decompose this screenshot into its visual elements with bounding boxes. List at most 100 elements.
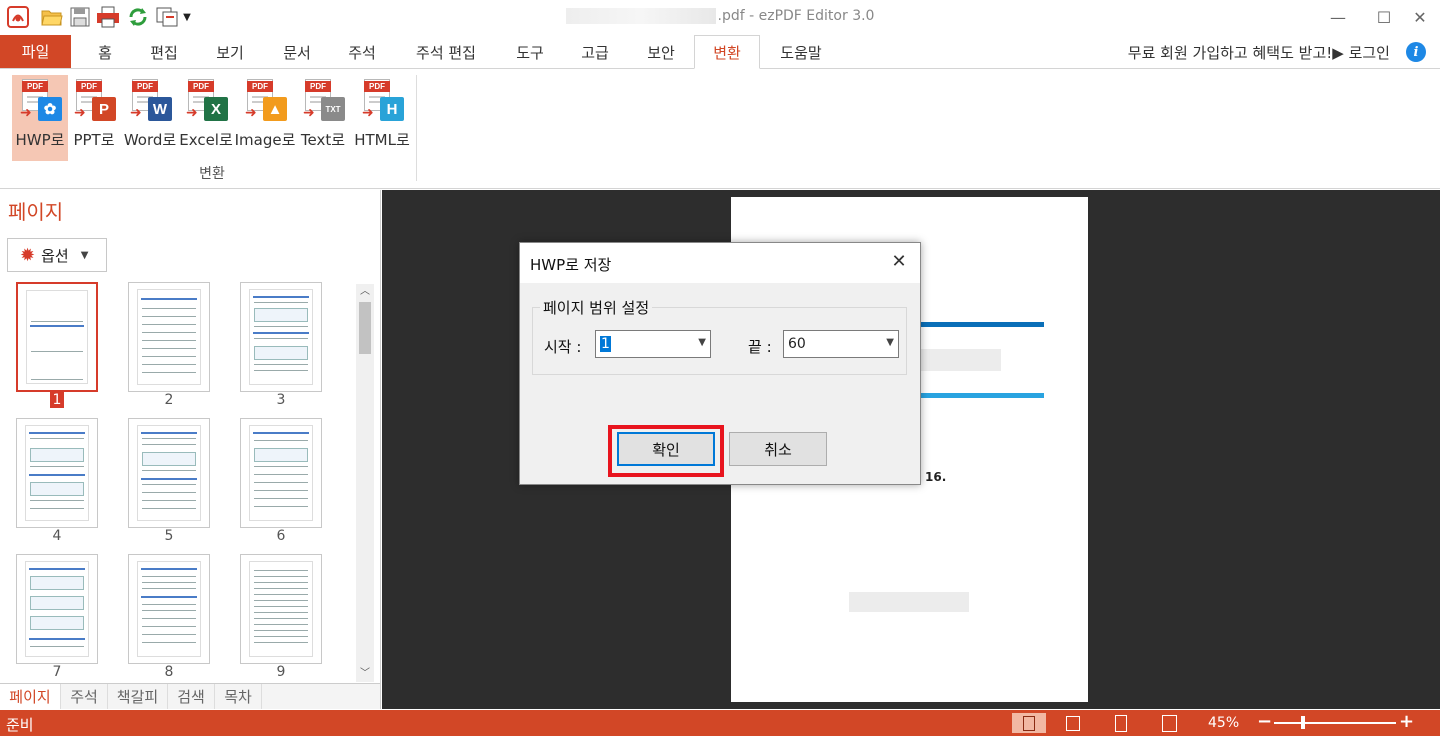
bottom-tab-pages[interactable]: 페이지 (0, 684, 61, 709)
page-number: 6 (240, 528, 322, 544)
minimize-button[interactable]: — (1318, 4, 1358, 30)
thumbnail-content-mark (254, 570, 308, 571)
thumbnail-page-preview (25, 561, 89, 657)
chevron-down-icon: ▼ (80, 249, 89, 261)
tab-view[interactable]: 보기 (201, 35, 259, 69)
thumbnail-content-mark (30, 466, 84, 467)
thumbnail-content-mark (142, 324, 196, 325)
image-icon: ▲ (263, 97, 287, 121)
convert-button[interactable]: PDF ➜ ✿ HWP로 (12, 75, 68, 161)
options-button[interactable]: ✹ 옵션 ▼ (7, 238, 107, 272)
convert-button-label: HWP로 (15, 131, 65, 149)
convert-button[interactable]: PDF ➜ H HTML로 (354, 75, 410, 161)
page-thumbnail[interactable] (240, 282, 322, 392)
zoom-slider-track[interactable] (1274, 722, 1396, 724)
page-thumbnail[interactable] (240, 554, 322, 664)
thumbnail-page-preview (137, 289, 201, 385)
page-number-text: 4 (52, 528, 62, 544)
page-number-text: 1 (49, 392, 65, 408)
start-page-select[interactable]: 1 ▼ (595, 330, 711, 358)
tab-advanced[interactable]: 고급 (566, 35, 624, 69)
single-page-icon (1023, 715, 1035, 731)
thumbnail-content-mark (254, 624, 308, 625)
scroll-down-icon[interactable]: ﹀ (356, 666, 374, 682)
tab-edit[interactable]: 편집 (136, 35, 192, 69)
ribbon: PDF ➜ ✿ HWP로 PDF ➜ P PPT로 PDF ➜ W Word로 PDF ➜ X Excel로 P… (0, 69, 1440, 189)
close-window-button[interactable]: ✕ (1400, 4, 1440, 30)
page-thumbnail[interactable] (128, 418, 210, 528)
thumbnail-content-mark (142, 508, 196, 509)
tab-help[interactable]: 도움말 (768, 35, 834, 69)
tab-annotation[interactable]: 주석 (333, 35, 391, 69)
convert-button-label: Excel로 (179, 131, 233, 149)
thumbnail-content-mark (254, 302, 308, 303)
continuous-view-button[interactable] (1104, 713, 1138, 733)
options-label: 옵션 (41, 246, 69, 265)
excel-icon: X (204, 97, 228, 121)
tab-security[interactable]: 보안 (632, 35, 690, 69)
two-page-view-button[interactable] (1056, 713, 1090, 733)
thumbnail-content-mark (142, 340, 196, 341)
zoom-in-button[interactable]: + (1399, 711, 1414, 732)
bottom-tab-search[interactable]: 검색 (168, 684, 215, 709)
thumbnail-content-mark (254, 612, 308, 613)
convert-group-label: 변환 (199, 166, 225, 182)
tab-annotation-edit[interactable]: 주석 편집 (402, 35, 490, 69)
thumbnail-content-mark (30, 438, 84, 439)
dialog-close-icon[interactable]: ✕ (888, 251, 910, 273)
thumbnail-content-mark (142, 626, 196, 627)
tab-home[interactable]: 홈 (80, 35, 130, 69)
thumbnail-content-mark (254, 636, 308, 637)
bottom-tab-bookmarks[interactable]: 책갈피 (108, 684, 168, 709)
tab-convert[interactable]: 변환 (694, 35, 760, 69)
file-tab[interactable]: 파일 (0, 35, 71, 68)
convert-button[interactable]: PDF ➜ P PPT로 (70, 75, 118, 161)
continuous-page-icon (1115, 714, 1127, 732)
zoom-out-button[interactable]: − (1257, 711, 1272, 732)
thumbnail-content-mark (141, 298, 197, 300)
page-thumbnail[interactable] (16, 282, 98, 392)
tab-tools[interactable]: 도구 (501, 35, 559, 69)
arrow-icon: ➜ (20, 105, 32, 121)
signup-promo-link[interactable]: 무료 회원 가입하고 혜택도 받고!▶ 로그인 (1128, 42, 1390, 63)
pdf-badge: PDF (364, 81, 390, 92)
page-number: 2 (128, 392, 210, 408)
scroll-thumb[interactable] (359, 302, 371, 354)
scroll-up-icon[interactable]: ︿ (356, 284, 374, 300)
continuous-two-page-view-button[interactable] (1152, 713, 1186, 733)
thumbnail-scrollbar[interactable]: ︿ ﹀ (356, 284, 374, 682)
convert-button[interactable]: PDF ➜ X Excel로 (179, 75, 233, 161)
convert-button[interactable]: PDF ➜ ▲ Image로 (235, 75, 295, 161)
convert-icon: PDF ➜ X (184, 79, 228, 127)
page-thumbnail[interactable] (128, 554, 210, 664)
thumbnail-content-mark (141, 596, 197, 598)
two-page-icon (1066, 715, 1080, 731)
title-bar: ▼ .pdf - ezPDF Editor 3.0 — ☐ ✕ (0, 0, 1440, 34)
convert-button[interactable]: PDF ➜ W Word로 (123, 75, 177, 161)
info-icon[interactable]: i (1406, 42, 1426, 62)
cancel-button[interactable]: 취소 (729, 432, 827, 466)
page-thumbnail[interactable] (128, 282, 210, 392)
page-thumbnail[interactable] (16, 554, 98, 664)
convert-button-label: PPT로 (73, 131, 115, 149)
thumbnail-content-mark (253, 332, 309, 334)
thumbnail-content-mark (254, 370, 308, 371)
bottom-tab-annotations[interactable]: 주석 (61, 684, 108, 709)
page-thumbnail[interactable] (240, 418, 322, 528)
thumbnail-content-mark (29, 474, 85, 476)
ok-button[interactable]: 확인 (617, 432, 715, 466)
zoom-slider-thumb[interactable] (1301, 716, 1306, 729)
convert-button[interactable]: PDF ➜ TXT Text로 (300, 75, 346, 161)
doc-visible-number: 16. (925, 470, 947, 484)
thumbnail-content-mark (254, 326, 308, 327)
tab-document[interactable]: 문서 (268, 35, 326, 69)
bottom-tab-toc[interactable]: 목차 (215, 684, 262, 709)
thumbnail-content-mark (253, 296, 309, 298)
page-number-text: 8 (164, 664, 174, 680)
thumbnail-content-mark (254, 482, 308, 483)
page-thumbnail[interactable] (16, 418, 98, 528)
end-page-select[interactable]: 60 ▼ (783, 330, 899, 358)
maximize-button[interactable]: ☐ (1364, 4, 1404, 30)
thumbnail-content-mark (30, 646, 84, 647)
single-page-view-button[interactable] (1012, 713, 1046, 733)
